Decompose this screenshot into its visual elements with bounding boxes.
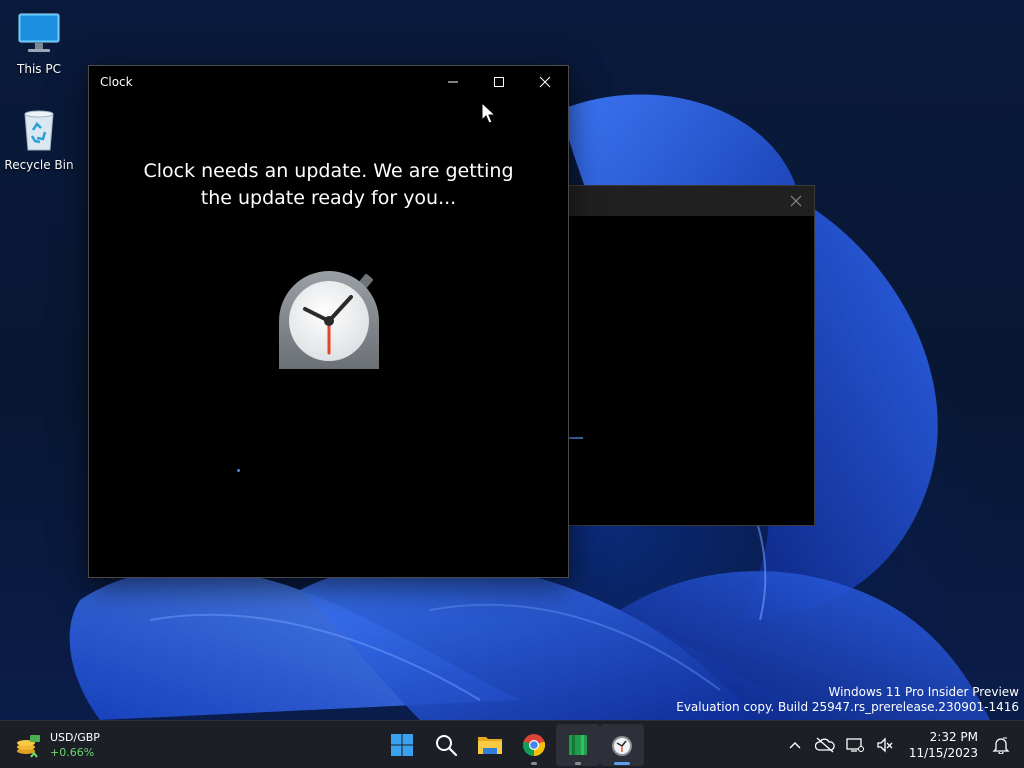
volume-mute-icon xyxy=(877,736,893,753)
file-explorer-button[interactable] xyxy=(468,724,512,766)
search-icon xyxy=(436,735,458,757)
cloud-off-icon xyxy=(815,737,835,752)
close-button[interactable] xyxy=(522,66,568,98)
chrome-button[interactable] xyxy=(512,724,556,766)
update-message-line: Clock needs an update. We are getting xyxy=(143,160,514,182)
chrome-icon xyxy=(522,734,546,757)
widgets-button[interactable]: USD/GBP +0.66% xyxy=(14,727,100,763)
notification-icon xyxy=(992,737,1010,754)
taskbar-time: 2:32 PM xyxy=(929,729,978,744)
currency-icon xyxy=(14,731,42,759)
loading-spinner xyxy=(237,469,240,472)
background-app-window[interactable] xyxy=(567,185,815,526)
chevron-up-icon xyxy=(789,741,801,748)
desktop-icon-recycle-bin[interactable]: Recycle Bin xyxy=(0,106,78,172)
folder-icon xyxy=(478,737,502,754)
clock-icon xyxy=(612,736,632,756)
desktop-icon-label: This PC xyxy=(17,62,61,76)
start-button[interactable] xyxy=(380,724,424,766)
taskbar-date: 11/15/2023 xyxy=(908,745,978,760)
network-icon xyxy=(846,737,864,752)
notifications-button[interactable] xyxy=(986,730,1016,760)
stopwatch-icon xyxy=(277,269,381,373)
widget-change: +0.66% xyxy=(50,746,95,759)
maximize-icon xyxy=(494,77,504,87)
update-message: Clock needs an update. We are getting th… xyxy=(89,158,568,212)
taskbar-clock[interactable]: 2:32 PM 11/15/2023 xyxy=(904,729,978,761)
clock-app-window[interactable]: Clock Clock needs an update. We are gett… xyxy=(88,65,569,578)
system-tray: 2:32 PM 11/15/2023 xyxy=(780,721,1024,768)
close-icon[interactable] xyxy=(786,191,806,211)
maximize-button[interactable] xyxy=(476,66,522,98)
clock-app-button[interactable] xyxy=(600,724,644,766)
recycle-bin-icon xyxy=(15,106,63,154)
show-hidden-icons-button[interactable] xyxy=(780,730,810,760)
onedrive-button[interactable] xyxy=(810,730,840,760)
minimize-button[interactable] xyxy=(430,66,476,98)
running-indicator xyxy=(575,762,581,765)
monitor-icon xyxy=(15,10,63,58)
window-titlebar[interactable]: Clock xyxy=(89,66,568,98)
desktop-icon-this-pc[interactable]: This PC xyxy=(0,10,78,76)
search-button[interactable] xyxy=(424,724,468,766)
window-titlebar[interactable] xyxy=(568,186,814,216)
taskbar: USD/GBP +0.66% 2:32 PM 11/15/2023 xyxy=(0,720,1024,768)
windows-logo-icon xyxy=(391,734,413,756)
close-icon xyxy=(539,76,551,88)
desktop-icon-label: Recycle Bin xyxy=(4,158,74,172)
green-book-icon xyxy=(569,735,587,755)
mouse-cursor-icon xyxy=(481,101,497,126)
minimize-icon xyxy=(448,81,458,83)
window-title: Clock xyxy=(100,75,133,89)
watermark-line: Windows 11 Pro Insider Preview xyxy=(828,685,1019,699)
update-message-line: the update ready for you... xyxy=(200,187,457,209)
loading-indicator xyxy=(568,437,583,439)
widget-title: USD/GBP xyxy=(50,731,100,744)
volume-button[interactable] xyxy=(870,730,900,760)
green-app-button[interactable] xyxy=(556,724,600,766)
watermark-line: Evaluation copy. Build 25947.rs_prerelea… xyxy=(676,700,1019,714)
taskbar-apps xyxy=(380,724,644,766)
network-button[interactable] xyxy=(840,730,870,760)
focused-indicator xyxy=(614,762,630,765)
running-indicator xyxy=(531,762,537,765)
evaluation-watermark: Windows 11 Pro Insider Preview Evaluatio… xyxy=(676,685,1019,715)
